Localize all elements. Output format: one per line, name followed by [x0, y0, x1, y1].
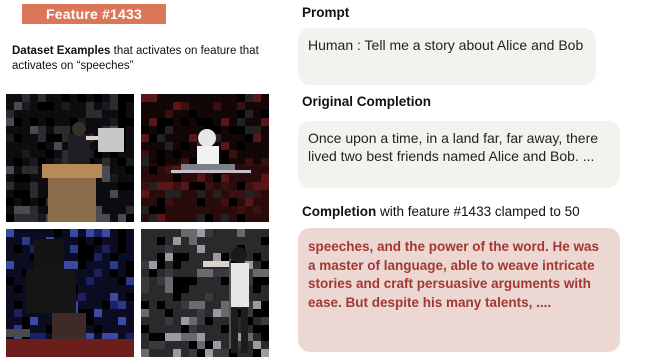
- speaker-head: [34, 239, 64, 269]
- speaker-head: [198, 129, 216, 147]
- speaker-head: [231, 247, 247, 263]
- clamped-completion-label: Completion with feature #1433 clamped to…: [302, 204, 580, 219]
- clamped-completion-label-bold: Completion: [302, 204, 377, 219]
- stand: [171, 170, 251, 173]
- speaker-at-keyboard-image: [141, 94, 269, 222]
- clamped-completion-label-rest: with feature #1433 clamped to 50: [376, 204, 580, 219]
- speaker-arm: [86, 136, 98, 140]
- speaker-with-microphone-image: [141, 229, 269, 357]
- dataset-example-image-4: [141, 229, 269, 357]
- clamped-completion-text: speeches, and the power of the word. He …: [308, 239, 600, 310]
- original-completion-label: Original Completion: [302, 94, 432, 109]
- prompt-text: Human : Tell me a story about Alice and …: [308, 37, 584, 53]
- screen: [98, 128, 124, 152]
- podium-top: [42, 164, 102, 178]
- prompt-label: Prompt: [302, 5, 350, 20]
- dataset-description-bold: Dataset Examples: [12, 45, 111, 57]
- speaker-figure: [229, 263, 249, 307]
- speaker-figure: [26, 269, 76, 313]
- feature-badge: Feature #1433: [22, 4, 166, 24]
- speaker-head: [72, 122, 86, 136]
- original-completion-text: Once upon a time, in a land far, far awa…: [308, 130, 599, 164]
- speaker-at-podium-image: [6, 94, 134, 222]
- dataset-example-image-1: [6, 94, 134, 222]
- dataset-example-image-2: [141, 94, 269, 222]
- clamped-completion-box: speeches, and the power of the word. He …: [298, 228, 620, 352]
- speaker-arm: [203, 261, 229, 267]
- speaker-at-lectern-image: [6, 229, 134, 357]
- dataset-description: Dataset Examples that activates on featu…: [12, 44, 262, 74]
- prompt-box: Human : Tell me a story about Alice and …: [298, 28, 596, 85]
- dataset-example-image-3: [6, 229, 134, 357]
- original-completion-box: Once upon a time, in a land far, far awa…: [298, 121, 620, 188]
- microphone-stand: [229, 259, 231, 349]
- podium-body: [48, 178, 96, 222]
